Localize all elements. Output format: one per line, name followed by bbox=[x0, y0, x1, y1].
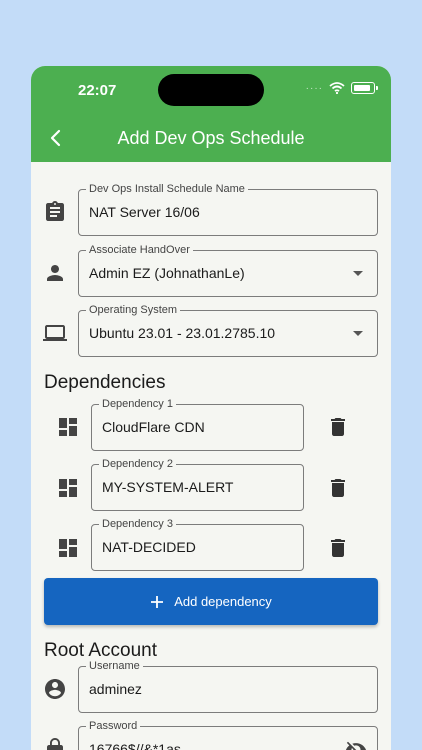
dashboard-icon bbox=[59, 479, 77, 497]
lock-icon bbox=[47, 738, 63, 750]
person-icon bbox=[47, 265, 63, 281]
dependencies-heading: Dependencies bbox=[44, 372, 166, 393]
dashboard-icon bbox=[59, 418, 77, 436]
battery-icon bbox=[351, 82, 378, 94]
dashboard-icon bbox=[59, 539, 77, 557]
dependency-3-value: NAT-DECIDED bbox=[102, 539, 196, 555]
handover-dropdown[interactable]: Associate HandOver Admin EZ (JohnathanLe… bbox=[78, 243, 378, 297]
dropdown-arrow-icon bbox=[353, 331, 363, 336]
dependency-2-value: MY-SYSTEM-ALERT bbox=[102, 479, 234, 495]
status-time: 22:07 bbox=[78, 82, 117, 99]
signal-icon: ···· bbox=[305, 82, 323, 94]
laptop-icon bbox=[43, 325, 67, 341]
trash-icon[interactable] bbox=[326, 415, 350, 439]
handover-label: Associate HandOver bbox=[86, 243, 193, 257]
username-label: Username bbox=[86, 659, 143, 673]
dropdown-arrow-icon bbox=[353, 271, 363, 276]
dependency-3-label: Dependency 3 bbox=[99, 517, 176, 531]
schedule-name-field[interactable]: Dev Ops Install Schedule Name NAT Server… bbox=[78, 182, 378, 236]
app-bar: 22:07 ···· Add Dev Ops Schedule bbox=[31, 66, 391, 162]
dependency-1-value: CloudFlare CDN bbox=[102, 419, 205, 435]
password-field[interactable]: Password 16766$//&*1as bbox=[78, 719, 378, 750]
dependency-2-label: Dependency 2 bbox=[99, 457, 176, 471]
dependency-1-label: Dependency 1 bbox=[99, 397, 176, 411]
add-dependency-label: Add dependency bbox=[174, 594, 272, 609]
password-value: 16766$//&*1as bbox=[89, 741, 181, 750]
username-field[interactable]: Username adminez bbox=[78, 659, 378, 713]
os-label: Operating System bbox=[86, 303, 181, 317]
trash-icon[interactable] bbox=[326, 476, 350, 500]
wifi-icon bbox=[329, 82, 345, 94]
dynamic-island bbox=[158, 74, 264, 106]
status-icons: ···· bbox=[305, 82, 378, 94]
os-dropdown[interactable]: Operating System Ubuntu 23.01 - 23.01.27… bbox=[78, 303, 378, 357]
handover-value: Admin EZ (JohnathanLe) bbox=[89, 265, 245, 281]
schedule-name-value: NAT Server 16/06 bbox=[89, 204, 200, 220]
dependency-2-field[interactable]: Dependency 2 MY-SYSTEM-ALERT bbox=[91, 457, 304, 511]
schedule-name-label: Dev Ops Install Schedule Name bbox=[86, 182, 248, 196]
password-label: Password bbox=[86, 719, 141, 733]
trash-icon[interactable] bbox=[326, 536, 350, 560]
os-value: Ubuntu 23.01 - 23.01.2785.10 bbox=[89, 325, 276, 341]
username-value: adminez bbox=[89, 681, 142, 697]
phone-screen: 22:07 ···· Add Dev Ops Schedule Dev Ops … bbox=[31, 66, 391, 750]
dependency-1-field[interactable]: Dependency 1 CloudFlare CDN bbox=[91, 397, 304, 451]
page-title: Add Dev Ops Schedule bbox=[117, 128, 305, 148]
add-dependency-button[interactable]: Add dependency bbox=[44, 578, 378, 625]
plus-icon bbox=[151, 595, 164, 608]
dependency-3-field[interactable]: Dependency 3 NAT-DECIDED bbox=[91, 517, 304, 571]
clipboard-icon bbox=[46, 201, 64, 221]
account-circle-icon bbox=[45, 679, 65, 699]
visibility-off-icon[interactable] bbox=[345, 739, 367, 750]
